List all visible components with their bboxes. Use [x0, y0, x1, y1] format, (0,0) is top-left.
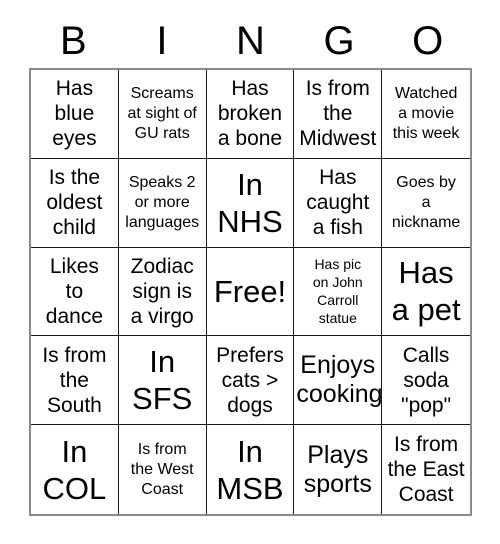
bingo-cell[interactable]: In NHS: [206, 158, 295, 248]
bingo-cell-label: Screams at sight of GU rats: [127, 84, 197, 142]
bingo-cell-label: In SFS: [132, 344, 193, 417]
bingo-cell-free[interactable]: Free!: [206, 247, 295, 337]
bingo-cell-label: In COL: [42, 433, 107, 506]
bingo-cell[interactable]: In SFS: [118, 336, 207, 426]
bingo-cell[interactable]: Zodiac sign is a virgo: [118, 247, 207, 337]
bingo-cell-label: Plays sports: [303, 440, 372, 498]
bingo-cell-label: Likes to dance: [45, 254, 103, 328]
bingo-cell-label: Calls soda "pop": [401, 343, 452, 417]
bingo-cell-label: Zodiac sign is a virgo: [130, 254, 194, 328]
bingo-cell[interactable]: In COL: [31, 425, 119, 514]
bingo-cell-label: In MSB: [216, 433, 284, 506]
bingo-cell-label: Is the oldest child: [46, 166, 103, 240]
bingo-cell-label: Has blue eyes: [52, 77, 97, 151]
bingo-header: B I N G O: [29, 14, 472, 68]
bingo-header-letter-g: G: [323, 19, 355, 63]
bingo-cell[interactable]: Plays sports: [294, 425, 383, 514]
bingo-cell[interactable]: Is from the South: [31, 336, 119, 426]
bingo-cell[interactable]: Likes to dance: [31, 247, 119, 337]
bingo-cell[interactable]: Speaks 2 or more languages: [118, 158, 207, 248]
bingo-grid: Has blue eyes Screams at sight of GU rat…: [29, 68, 472, 516]
bingo-card: B I N G O Has blue eyes Screams at sight…: [0, 0, 500, 544]
bingo-cell-label: Enjoys cooking: [296, 351, 383, 409]
bingo-cell[interactable]: Has a pet: [382, 248, 470, 337]
bingo-cell-label: Is from the Midwest: [299, 77, 377, 151]
bingo-cell-label: Free!: [213, 273, 287, 309]
bingo-header-letter-o: O: [412, 19, 444, 63]
bingo-cell[interactable]: Has pic on John Carroll statue: [294, 247, 383, 337]
bingo-cell-label: In NHS: [217, 166, 283, 239]
bingo-cell[interactable]: Is from the West Coast: [119, 425, 207, 514]
bingo-cell[interactable]: Has caught a fish: [294, 158, 383, 248]
bingo-cell-label: Prefers cats > dogs: [216, 343, 284, 417]
bingo-cell-label: Has pic on John Carroll statue: [312, 256, 363, 327]
bingo-cell-label: Has broken a bone: [217, 77, 283, 151]
bingo-cell[interactable]: Watched a movie this week: [382, 70, 470, 159]
bingo-cell-label: Has caught a fish: [306, 166, 370, 240]
bingo-header-letter-n: N: [236, 19, 265, 63]
bingo-cell[interactable]: Is from the East Coast: [382, 425, 470, 514]
bingo-cell-label: Has a pet: [391, 255, 461, 328]
bingo-cell-label: Goes by a nickname: [391, 173, 461, 231]
bingo-cell[interactable]: Is from the Midwest: [294, 70, 383, 159]
bingo-cell[interactable]: Calls soda "pop": [382, 336, 470, 426]
bingo-cell-label: Watched a movie this week: [392, 84, 460, 142]
bingo-cell-label: Is from the South: [42, 343, 107, 417]
bingo-cell[interactable]: Has broken a bone: [206, 70, 295, 159]
bingo-cell[interactable]: Screams at sight of GU rats: [118, 70, 207, 159]
bingo-cell[interactable]: Enjoys cooking: [294, 336, 383, 426]
bingo-cell[interactable]: In MSB: [207, 425, 295, 514]
bingo-cell[interactable]: Goes by a nickname: [382, 159, 470, 248]
bingo-header-letter-i: I: [156, 19, 168, 63]
bingo-header-letter-b: B: [59, 19, 87, 63]
bingo-cell[interactable]: Has blue eyes: [31, 70, 119, 159]
bingo-cell[interactable]: Prefers cats > dogs: [206, 336, 295, 426]
bingo-cell-label: Is from the East Coast: [387, 433, 465, 507]
bingo-cell[interactable]: Is the oldest child: [31, 158, 119, 248]
bingo-cell-label: Is from the West Coast: [130, 440, 194, 498]
bingo-cell-label: Speaks 2 or more languages: [125, 173, 200, 231]
